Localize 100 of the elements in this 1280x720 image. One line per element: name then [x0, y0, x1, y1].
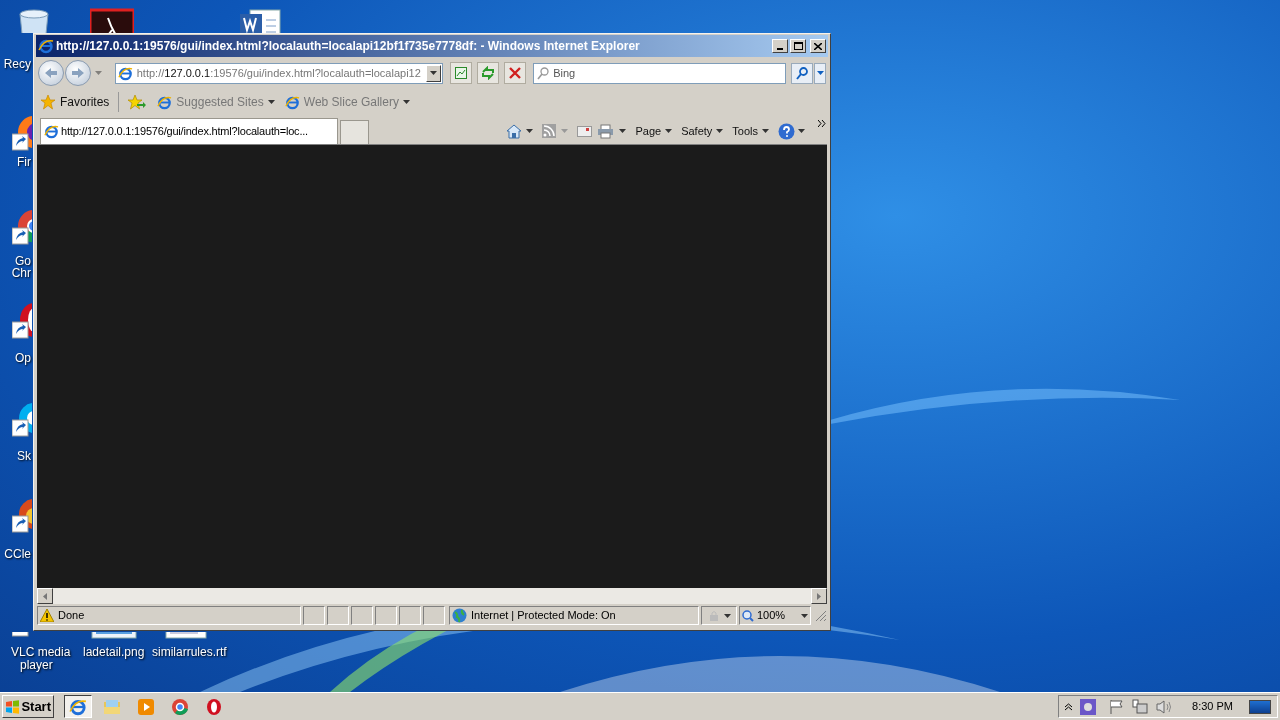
status-panel [423, 606, 445, 625]
icon-label: similarrules.rtf [152, 646, 227, 659]
start-button[interactable]: Start [2, 695, 54, 718]
flag-icon[interactable] [1110, 698, 1125, 715]
mail-button[interactable] [577, 125, 593, 137]
close-icon [509, 67, 522, 79]
status-panel [375, 606, 397, 625]
compatibility-button[interactable] [450, 62, 473, 84]
status-panel [351, 606, 373, 625]
forward-button[interactable] [64, 60, 91, 86]
browser-icon [44, 124, 59, 139]
caret-icon [402, 100, 410, 104]
command-menu[interactable]: Page [635, 122, 673, 140]
protected-mode-button[interactable] [701, 606, 737, 625]
caret-icon [561, 129, 569, 133]
status-panel [399, 606, 421, 625]
command-menu[interactable]: Safety [681, 122, 724, 140]
stop-button[interactable] [504, 62, 527, 84]
caret-icon [95, 71, 103, 75]
warning-icon [40, 609, 54, 622]
taskbar-app-button[interactable] [64, 695, 92, 718]
arrow-icon [817, 592, 821, 600]
caret-icon [267, 100, 275, 104]
browser-icon [69, 697, 87, 716]
icon-label: Op [15, 352, 31, 365]
tray-app-icon[interactable] [1080, 698, 1097, 715]
favorites-button[interactable]: Favorites [39, 91, 111, 113]
scroll-left-button[interactable] [37, 588, 53, 604]
status-text: Done [58, 608, 85, 624]
search-icon [796, 66, 809, 80]
search-button[interactable] [791, 62, 814, 84]
search-options-dropdown[interactable] [814, 62, 827, 84]
minimize-icon [777, 48, 783, 50]
command-menu[interactable]: Tools [732, 122, 769, 140]
caret-icon [716, 129, 724, 133]
icon-label: CCle [4, 548, 31, 561]
maximize-icon [793, 42, 803, 50]
close-button[interactable] [810, 39, 826, 53]
caret-icon [801, 613, 808, 618]
icon-label: player [20, 659, 53, 672]
show-desktop-button[interactable] [1249, 699, 1271, 714]
lock-icon [707, 609, 720, 622]
caret-icon [526, 129, 534, 133]
address-text: http://127.0.0.1:19576/gui/index.html?localauth=localapi12 [136, 65, 422, 81]
arrow-icon [44, 68, 57, 78]
maximize-button[interactable] [790, 39, 806, 53]
browser-icon [284, 94, 300, 110]
chrome-icon [171, 697, 189, 716]
show-hidden-icons-button[interactable] [1065, 702, 1073, 711]
help-button[interactable] [778, 122, 805, 140]
icon-label: Recy [3, 58, 31, 71]
refresh-button[interactable] [477, 62, 500, 84]
globe-icon [452, 608, 467, 623]
icon-label: ladetail.png [83, 646, 145, 659]
feed-icon [542, 124, 557, 138]
scroll-right-button[interactable] [811, 588, 827, 604]
caret-icon [665, 129, 673, 133]
home-icon [506, 123, 523, 139]
icon-label: Sk [17, 450, 31, 463]
caret-icon [798, 129, 805, 133]
network-icon[interactable] [1132, 698, 1149, 715]
media-player-icon [137, 697, 155, 716]
horizontal-scrollbar[interactable] [37, 588, 827, 604]
browser-icon [157, 94, 173, 110]
icon-label: Fir [17, 156, 31, 169]
minimize-button[interactable] [772, 39, 788, 53]
chevron-icon [1065, 702, 1073, 711]
search-field[interactable]: Bing [533, 62, 787, 84]
zoom-button[interactable]: 100% [739, 606, 811, 625]
print-button[interactable] [597, 123, 627, 139]
folder-icon [103, 698, 121, 715]
caret-icon [816, 71, 824, 75]
home-button[interactable] [506, 123, 534, 139]
clock[interactable]: 8:30 PM [1192, 698, 1233, 715]
address-field[interactable]: http://127.0.0.1:19576/gui/index.html?localauth=localapi12 [114, 62, 444, 84]
caret-icon [619, 129, 627, 133]
more-button[interactable] [818, 120, 826, 127]
icon-label: VLC media [11, 646, 71, 659]
close-icon [814, 42, 822, 50]
status-panel [303, 606, 325, 625]
resize-grip-icon[interactable] [815, 609, 827, 622]
opera-icon [205, 697, 223, 716]
caret-icon [762, 129, 769, 133]
caret-icon [430, 71, 438, 75]
feeds-button[interactable] [542, 124, 569, 138]
browser-tab[interactable]: http://127.0.0.1:19576/gui/index.html?localauth=loc... [40, 118, 338, 144]
browser-icon [117, 65, 133, 81]
refresh-icon [481, 66, 496, 80]
search-input[interactable]: Bing [553, 64, 783, 82]
help-icon [778, 122, 795, 140]
envelope-icon [577, 125, 593, 137]
caret-icon [723, 613, 731, 618]
window-title: http://127.0.0.1:19576/gui/index.html?localauth=localapi12bf1f735e7778df: - Windows Internet Explorer [56, 38, 641, 55]
chevron-icon [818, 120, 826, 127]
browser-icon [38, 38, 54, 54]
zoom-icon [742, 609, 754, 622]
arrow-icon [71, 68, 84, 78]
page-icon [454, 66, 469, 80]
address-dropdown[interactable] [426, 64, 442, 82]
star-arrow-icon [128, 94, 147, 110]
